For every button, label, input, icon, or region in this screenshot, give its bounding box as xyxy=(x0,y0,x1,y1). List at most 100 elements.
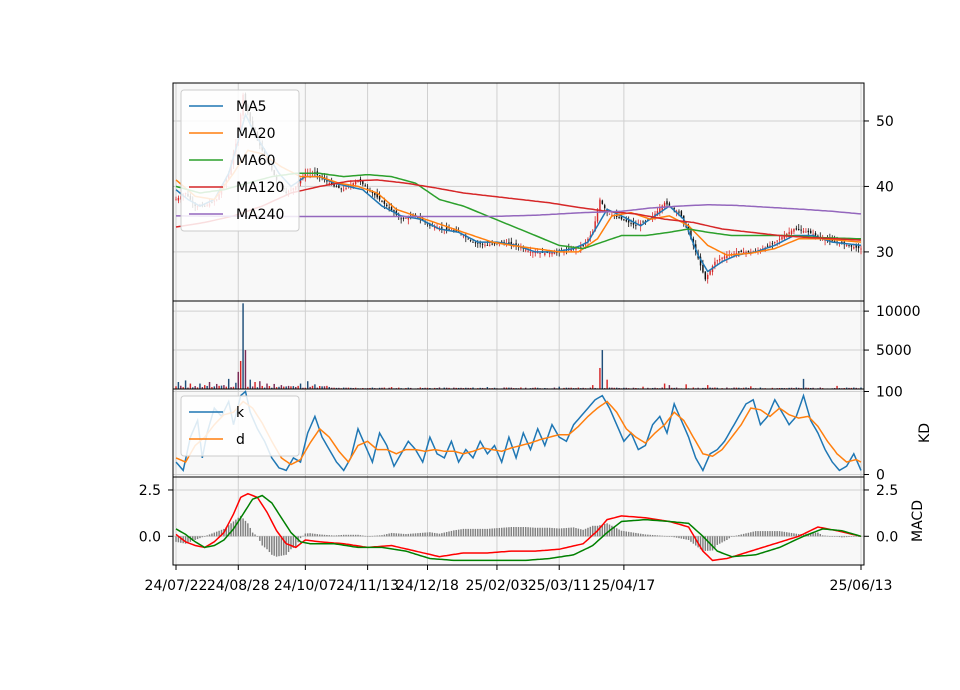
price-legend-entry-ma20: MA20 xyxy=(236,126,275,142)
candle-body xyxy=(805,231,807,233)
macd-histogram-bar xyxy=(503,527,505,537)
macd-histogram-bar xyxy=(683,536,685,540)
macd-histogram-bar xyxy=(398,533,400,537)
kd-tick-label: 100 xyxy=(876,384,903,400)
macd-histogram-bar xyxy=(386,534,388,537)
candle-body xyxy=(807,230,810,233)
candle-body xyxy=(386,204,388,207)
macd-histogram-bar xyxy=(479,528,481,537)
macd-histogram-bar xyxy=(848,536,850,537)
macd-histogram-bar xyxy=(453,530,455,537)
macd-histogram-bar xyxy=(553,528,556,537)
macd-histogram-bar xyxy=(711,536,714,551)
candle-body xyxy=(524,249,527,251)
macd-histogram-bar xyxy=(388,533,390,537)
volume-bar xyxy=(592,385,594,389)
candle-body xyxy=(635,225,637,226)
macd-histogram-bar xyxy=(510,527,513,537)
volume-bar xyxy=(706,385,709,389)
price-tick-label: 50 xyxy=(876,114,894,130)
macd-histogram-bar xyxy=(771,531,774,537)
macd-histogram-bar xyxy=(762,531,764,537)
macd-histogram-bar xyxy=(278,536,280,557)
candle-body xyxy=(795,228,798,230)
candle-body xyxy=(666,201,668,205)
candle-body xyxy=(493,243,496,245)
candle-body xyxy=(477,242,479,244)
macd-histogram-bar xyxy=(448,531,450,537)
macd-histogram-bar xyxy=(407,533,410,537)
macd-histogram-bar xyxy=(546,527,548,537)
price-legend-entry-ma120: MA120 xyxy=(236,180,284,196)
macd-histogram-bar xyxy=(309,533,311,537)
kd-tick-label: 0 xyxy=(876,468,885,484)
macd-histogram-bar xyxy=(275,536,278,557)
volume-bar xyxy=(184,380,187,389)
macd-histogram-bar xyxy=(469,528,472,537)
macd-histogram-bar xyxy=(254,534,256,537)
macd-histogram-bar xyxy=(462,528,465,537)
macd-histogram-bar xyxy=(742,533,745,537)
macd-histogram-bar xyxy=(457,529,460,537)
volume-bar xyxy=(239,360,242,389)
macd-histogram-bar xyxy=(577,528,580,537)
macd-histogram-bar xyxy=(338,535,340,537)
macd-histogram-bar xyxy=(333,535,335,537)
macd-histogram-bar xyxy=(426,532,429,537)
macd-histogram-bar xyxy=(364,535,366,537)
candle-body xyxy=(718,259,721,261)
macd-histogram-bar xyxy=(290,536,292,550)
candle-body xyxy=(793,228,795,232)
candle-body xyxy=(723,256,726,259)
macd-histogram-bar xyxy=(213,532,216,537)
volume-bar xyxy=(220,385,223,389)
volume-bar xyxy=(685,384,687,389)
macd-histogram-bar xyxy=(833,536,836,537)
macd-histogram-bar xyxy=(402,533,405,537)
macd-histogram-bar xyxy=(491,528,493,537)
macd-histogram-bar xyxy=(721,536,723,543)
macd-histogram-bar xyxy=(498,527,501,537)
candle-body xyxy=(716,260,719,262)
volume-tick-label: 5000 xyxy=(876,343,912,359)
macd-histogram-bar xyxy=(307,533,309,537)
volume-bar xyxy=(314,384,316,389)
macd-histogram-bar xyxy=(613,527,616,537)
macd-histogram-bar xyxy=(390,532,393,537)
candle-body xyxy=(374,193,376,196)
candle-body xyxy=(467,238,469,240)
candle-body xyxy=(548,252,551,255)
macd-histogram-bar xyxy=(726,536,728,540)
macd-histogram-bar xyxy=(754,531,757,537)
macd-histogram-bar xyxy=(584,528,587,537)
macd-histogram-bar xyxy=(656,535,659,537)
macd-histogram-bar xyxy=(757,531,759,537)
macd-histogram-bar xyxy=(230,523,232,537)
macd-histogram-bar xyxy=(855,536,857,537)
macd-histogram-bar xyxy=(352,534,354,537)
candle-body xyxy=(366,187,369,189)
macd-histogram-bar xyxy=(606,523,608,537)
candle-body xyxy=(484,244,486,246)
candle-body xyxy=(618,216,620,219)
volume-bar xyxy=(242,303,244,389)
macd-histogram-bar xyxy=(299,536,302,539)
macd-histogram-bar xyxy=(493,528,496,537)
macd-histogram-bar xyxy=(196,536,199,540)
candle-body xyxy=(601,200,604,204)
candle-body xyxy=(809,230,812,234)
macd-histogram-bar xyxy=(405,534,407,537)
candle-body xyxy=(814,233,817,236)
candle-body xyxy=(381,201,383,202)
macd-histogram-bar xyxy=(532,527,534,537)
macd-histogram-bar xyxy=(218,530,220,537)
macd-histogram-bar xyxy=(838,536,841,538)
macd-histogram-bar xyxy=(752,531,754,537)
macd-histogram-bar xyxy=(850,536,853,537)
macd-histogram-bar xyxy=(615,528,618,537)
candle-body xyxy=(623,219,625,221)
candle-body xyxy=(781,237,783,240)
macd-histogram-bar xyxy=(723,536,726,542)
x-tick-label: 24/12/18 xyxy=(396,578,459,594)
macd-histogram-bar xyxy=(477,528,479,537)
